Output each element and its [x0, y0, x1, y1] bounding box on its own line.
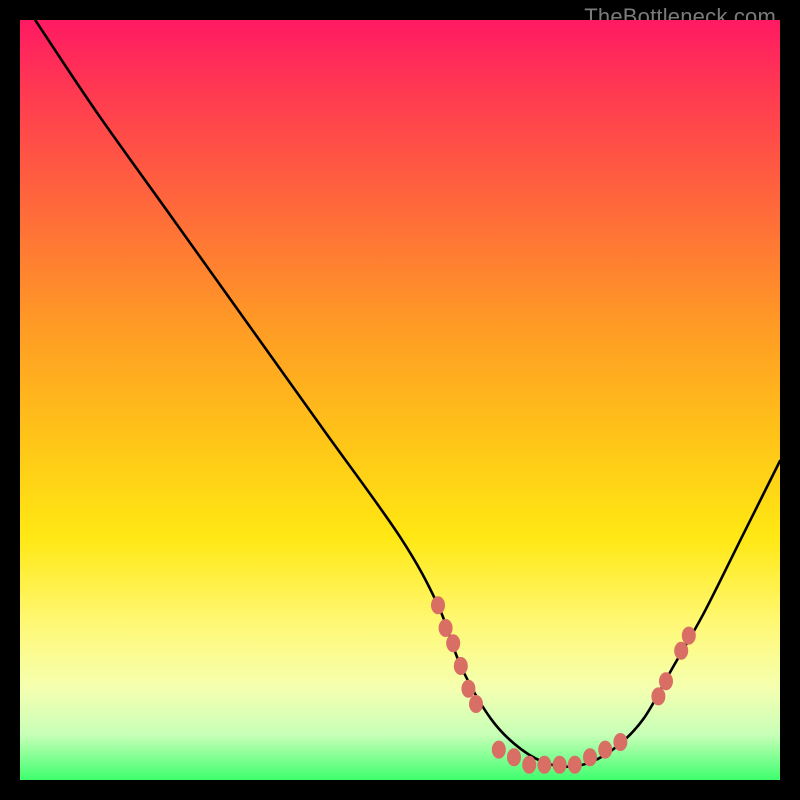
data-marker — [659, 672, 673, 690]
bottleneck-curve — [35, 20, 780, 767]
marker-group — [431, 596, 696, 774]
data-marker — [553, 756, 567, 774]
data-marker — [613, 733, 627, 751]
data-marker — [439, 619, 453, 637]
data-marker — [651, 687, 665, 705]
data-marker — [674, 642, 688, 660]
data-marker — [446, 634, 460, 652]
data-marker — [431, 596, 445, 614]
data-marker — [469, 695, 483, 713]
data-marker — [461, 680, 475, 698]
data-marker — [492, 741, 506, 759]
data-marker — [598, 741, 612, 759]
chart-svg — [20, 20, 780, 780]
data-marker — [454, 657, 468, 675]
data-marker — [522, 756, 536, 774]
data-marker — [507, 748, 521, 766]
data-marker — [537, 756, 551, 774]
data-marker — [682, 627, 696, 645]
chart-frame — [20, 20, 780, 780]
data-marker — [568, 756, 582, 774]
data-marker — [583, 748, 597, 766]
